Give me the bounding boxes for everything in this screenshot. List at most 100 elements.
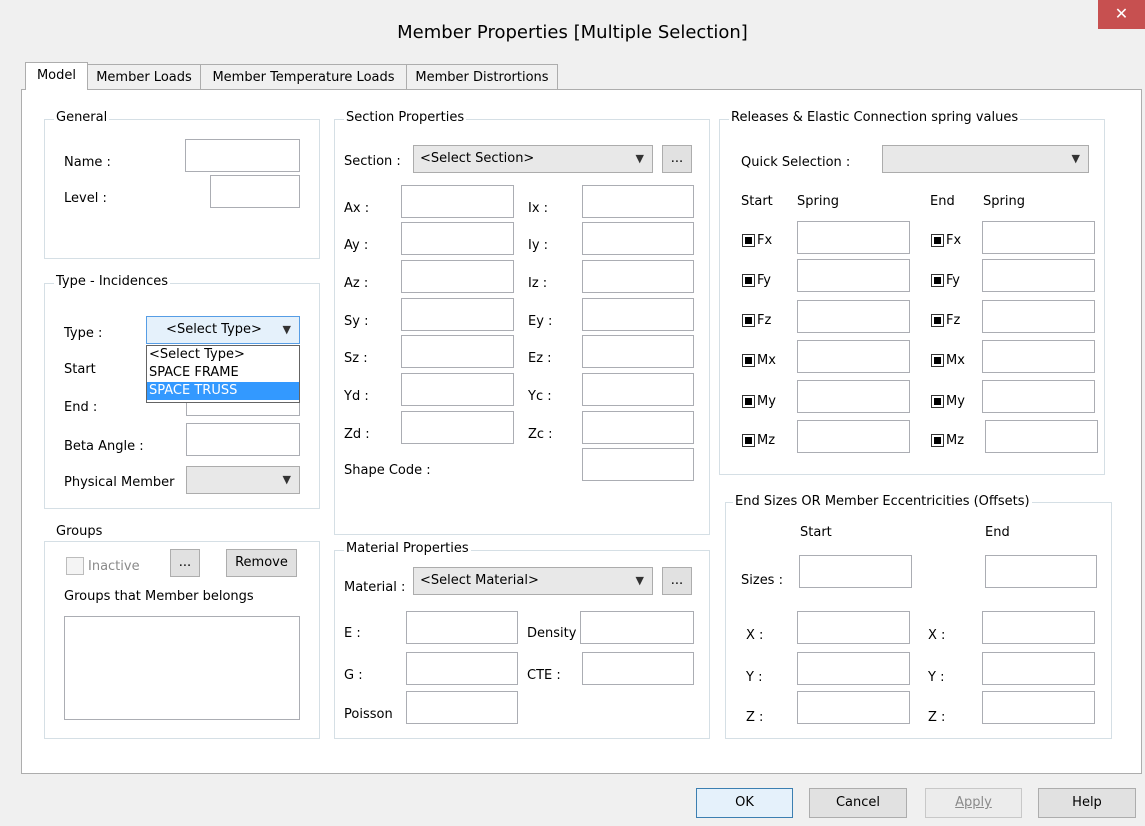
beta-angle-input[interactable] [186, 423, 300, 456]
g-input[interactable] [406, 652, 518, 685]
ez-input[interactable] [582, 335, 694, 368]
start-fx-checkbox[interactable] [742, 234, 755, 247]
shape-code-input[interactable] [582, 448, 694, 481]
zc-input[interactable] [582, 411, 694, 444]
section-select[interactable]: <Select Section> ▼ [413, 145, 653, 173]
help-button[interactable]: Help [1038, 788, 1136, 818]
start-y-input[interactable] [797, 652, 910, 685]
end-mz-checkbox[interactable] [931, 434, 944, 447]
end-mx-checkbox[interactable] [931, 354, 944, 367]
yc-input[interactable] [582, 373, 694, 406]
ix-label: Ix : [528, 201, 549, 216]
end-fy-checkbox[interactable] [931, 274, 944, 287]
end-z-input[interactable] [982, 691, 1095, 724]
start-x-input[interactable] [797, 611, 910, 644]
type-incidences-legend: Type - Incidences [54, 274, 171, 289]
end-mz-spring-input[interactable] [985, 420, 1098, 453]
tab-model[interactable]: Model [25, 62, 88, 90]
zc-label: Zc : [528, 427, 553, 442]
yd-label: Yd : [344, 389, 369, 404]
apply-button[interactable]: Apply [925, 788, 1022, 818]
start-mz-spring-input[interactable] [797, 420, 910, 453]
level-label: Level : [64, 191, 107, 206]
end-fx-spring-input[interactable] [982, 221, 1095, 254]
remove-button[interactable]: Remove [226, 549, 297, 577]
end-mx-spring-input[interactable] [982, 340, 1095, 373]
type-option[interactable]: <Select Type> [147, 346, 299, 364]
end-size-input[interactable] [985, 555, 1097, 588]
sz-label: Sz : [344, 351, 368, 366]
start-mx-checkbox[interactable] [742, 354, 755, 367]
end-fx-label: Fx [946, 233, 962, 248]
poisson-label: Poisson [344, 707, 393, 722]
chevron-down-icon: ▼ [635, 152, 644, 165]
start-size-input[interactable] [799, 555, 912, 588]
type-option[interactable]: SPACE FRAME [147, 364, 299, 382]
shape-code-label: Shape Code : [344, 463, 431, 478]
end-fy-spring-input[interactable] [982, 259, 1095, 292]
groups-list[interactable] [64, 616, 300, 720]
ax-input[interactable] [401, 185, 514, 218]
zd-label: Zd : [344, 427, 370, 442]
material-select[interactable]: <Select Material> ▼ [413, 567, 653, 595]
e-input[interactable] [406, 611, 518, 644]
name-input[interactable] [185, 139, 300, 172]
start-fz-spring-input[interactable] [797, 300, 910, 333]
end-label: End : [64, 400, 98, 415]
physical-member-select[interactable]: ▼ [186, 466, 300, 494]
end-my-spring-input[interactable] [982, 380, 1095, 413]
type-dropdown-list[interactable]: <Select Type> SPACE FRAME SPACE TRUSS [146, 345, 300, 403]
start-z-input[interactable] [797, 691, 910, 724]
sy-label: Sy : [344, 314, 369, 329]
zd-input[interactable] [401, 411, 514, 444]
start-z-label: Z : [746, 710, 764, 725]
end-fz-checkbox[interactable] [931, 314, 944, 327]
close-button[interactable]: ✕ [1098, 0, 1145, 29]
section-more-button[interactable]: ... [662, 145, 692, 173]
start-fy-checkbox[interactable] [742, 274, 755, 287]
ok-button[interactable]: OK [696, 788, 793, 818]
material-label: Material : [344, 580, 406, 595]
tab-member-temperature-loads[interactable]: Member Temperature Loads [200, 64, 407, 90]
start-mx-spring-input[interactable] [797, 340, 910, 373]
end-fz-spring-input[interactable] [982, 300, 1095, 333]
type-option-selected[interactable]: SPACE TRUSS [147, 382, 299, 400]
ey-input[interactable] [582, 298, 694, 331]
general-legend: General [54, 110, 110, 125]
quick-selection-select[interactable]: ▼ [882, 145, 1089, 173]
iy-input[interactable] [582, 222, 694, 255]
az-input[interactable] [401, 260, 514, 293]
end-x-input[interactable] [982, 611, 1095, 644]
iz-input[interactable] [582, 260, 694, 293]
sy-input[interactable] [401, 298, 514, 331]
yd-input[interactable] [401, 373, 514, 406]
start-my-checkbox[interactable] [742, 395, 755, 408]
type-select[interactable]: <Select Type> ▼ [146, 316, 300, 344]
cte-input[interactable] [582, 652, 694, 685]
poisson-input[interactable] [406, 691, 518, 724]
end-fx-checkbox[interactable] [931, 234, 944, 247]
ix-input[interactable] [582, 185, 694, 218]
start-fy-spring-input[interactable] [797, 259, 910, 292]
start-fz-checkbox[interactable] [742, 314, 755, 327]
start-mz-checkbox[interactable] [742, 434, 755, 447]
density-input[interactable] [580, 611, 694, 644]
ay-input[interactable] [401, 222, 514, 255]
level-input[interactable] [210, 175, 300, 208]
groups-more-button[interactable]: ... [170, 549, 200, 577]
tab-member-loads[interactable]: Member Loads [87, 64, 201, 90]
end-y-input[interactable] [982, 652, 1095, 685]
offsets-legend: End Sizes OR Member Eccentricities (Offs… [733, 494, 1032, 509]
yc-label: Yc : [528, 389, 552, 404]
material-more-button[interactable]: ... [662, 567, 692, 595]
end-my-checkbox[interactable] [931, 395, 944, 408]
end-fz-label: Fz [946, 313, 961, 328]
start-fx-spring-input[interactable] [797, 221, 910, 254]
tab-member-distortions[interactable]: Member Distrortions [406, 64, 558, 90]
start-my-spring-input[interactable] [797, 380, 910, 413]
inactive-label: Inactive [88, 559, 140, 574]
start-fx-label: Fx [757, 233, 773, 248]
cancel-button[interactable]: Cancel [809, 788, 907, 818]
sz-input[interactable] [401, 335, 514, 368]
inactive-checkbox[interactable] [66, 557, 84, 575]
